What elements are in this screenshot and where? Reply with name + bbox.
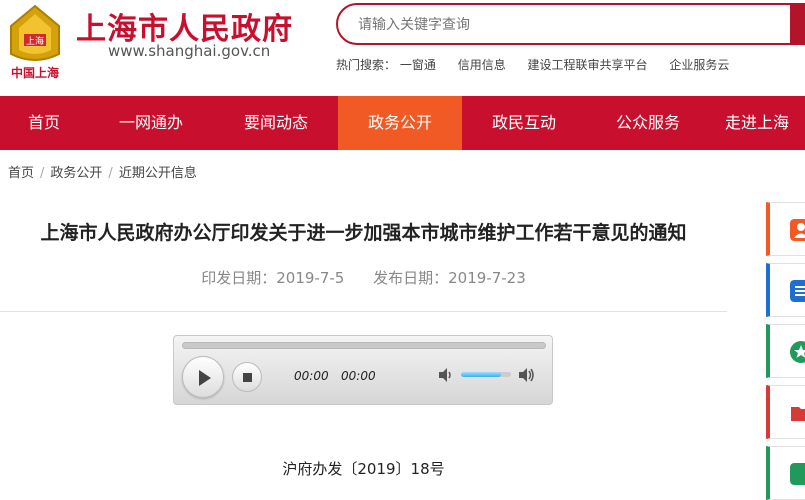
search-button[interactable] (790, 3, 805, 45)
site-url: www.shanghai.gov.cn (108, 42, 271, 60)
star-icon (790, 341, 805, 363)
site-header: 上海 中国上海 上海市人民政府 www.shanghai.gov.cn 热门搜索… (0, 0, 805, 96)
hot-search-links: 热门搜索： 一窗通 信用信息 建设工程联审共享平台 企业服务云 (336, 56, 747, 73)
nav-item-interaction[interactable]: 政民互动 (462, 96, 586, 150)
duration: 00:00 (341, 369, 376, 383)
hot-search-label: 热门搜索： (336, 58, 397, 72)
nav-item-one-net[interactable]: 一网通办 (88, 96, 214, 150)
more-icon (790, 463, 805, 485)
audio-player: 00:00 00:00 (173, 335, 553, 405)
breadcrumb-recent-info[interactable]: 近期公开信息 (119, 166, 197, 181)
nav-item-public-service[interactable]: 公众服务 (586, 96, 710, 150)
issue-date: 印发日期：2019-7-5 (201, 269, 345, 287)
article-dates: 印发日期：2019-7-5 发布日期：2019-7-23 (0, 267, 727, 288)
audio-progress-track[interactable] (182, 342, 546, 349)
hot-link-enterprise-cloud[interactable]: 企业服务云 (669, 58, 729, 72)
side-tab-list[interactable] (766, 263, 805, 317)
current-time: 00:00 (294, 369, 329, 383)
volume-high-icon[interactable] (517, 366, 535, 384)
publish-date: 发布日期：2019-7-23 (373, 269, 526, 287)
hot-link-yichuangtong[interactable]: 一窗通 (400, 58, 436, 72)
volume-low-icon[interactable] (437, 366, 455, 384)
breadcrumb-separator: / (108, 166, 113, 181)
hot-link-credit-info[interactable]: 信用信息 (458, 58, 506, 72)
svg-text:上海: 上海 (26, 35, 44, 47)
breadcrumb-separator: / (40, 166, 45, 181)
nav-item-home[interactable]: 首页 (0, 96, 88, 150)
breadcrumb-gov-affairs[interactable]: 政务公开 (50, 166, 102, 181)
search-input[interactable] (358, 14, 758, 36)
nav-item-about-shanghai[interactable]: 走进上海 (710, 96, 805, 150)
stop-button[interactable] (232, 362, 262, 392)
side-tab-star[interactable] (766, 324, 805, 378)
nav-item-gov-affairs[interactable]: 政务公开 (338, 96, 462, 150)
hot-link-construction-platform[interactable]: 建设工程联审共享平台 (528, 58, 648, 72)
volume-slider[interactable] (461, 372, 511, 377)
side-tab-folder[interactable] (766, 385, 805, 439)
article-title: 上海市人民政府办公厅印发关于进一步加强本市城市维护工作若干意见的通知 (40, 222, 687, 244)
breadcrumb: 首页 / 政务公开 / 近期公开信息 (8, 162, 197, 181)
side-tab-user[interactable] (766, 202, 805, 256)
volume-level-fill (461, 372, 501, 377)
logo-caption: 中国上海 (10, 66, 59, 80)
side-tab-more[interactable] (766, 446, 805, 500)
list-icon (790, 280, 805, 302)
shanghai-emblem-icon[interactable]: 上海 (4, 4, 66, 66)
divider (0, 311, 727, 312)
main-nav: 首页 一网通办 要闻动态 政务公开 政民互动 公众服务 走进上海 (0, 96, 805, 150)
folder-icon (791, 407, 805, 421)
play-button[interactable] (182, 356, 224, 398)
breadcrumb-home[interactable]: 首页 (8, 166, 34, 181)
user-icon (790, 219, 805, 241)
search-box (336, 3, 805, 45)
nav-item-news[interactable]: 要闻动态 (214, 96, 338, 150)
